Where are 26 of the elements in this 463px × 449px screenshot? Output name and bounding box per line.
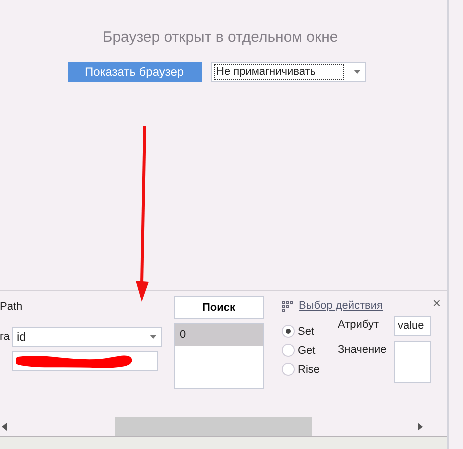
caret-icon bbox=[150, 335, 157, 340]
scroll-left-icon[interactable] bbox=[2, 422, 7, 431]
scroll-thumb[interactable] bbox=[115, 417, 312, 436]
caret-icon bbox=[354, 70, 361, 74]
attribute-select[interactable]: id bbox=[12, 327, 162, 348]
close-icon[interactable]: × bbox=[432, 295, 442, 312]
radio-button[interactable] bbox=[282, 325, 295, 338]
radio-button[interactable] bbox=[282, 344, 295, 358]
radio-label: Get bbox=[298, 344, 316, 357]
tag-label: га bbox=[0, 331, 11, 344]
action-link[interactable]: Выбор действия bbox=[299, 300, 383, 312]
list-item[interactable]: 0 bbox=[175, 324, 263, 346]
attribute-label: Атрибут bbox=[338, 318, 380, 334]
xpath-label: Path bbox=[0, 301, 24, 316]
radio-button[interactable] bbox=[282, 363, 295, 376]
radio-label: Rise bbox=[298, 364, 320, 376]
value-field[interactable] bbox=[394, 341, 431, 384]
search-button[interactable]: Поиск bbox=[174, 296, 264, 320]
input-field[interactable] bbox=[12, 351, 158, 372]
value-label: Значение bbox=[338, 343, 388, 358]
window-message: Браузер открыт в отдельном окне bbox=[102, 29, 338, 46]
radio-label: Set bbox=[298, 326, 315, 338]
dock-select[interactable]: Не примагничивать bbox=[210, 62, 366, 82]
grid-icon bbox=[282, 300, 293, 312]
scroll-right-icon[interactable] bbox=[418, 422, 423, 431]
attribute-field[interactable]: value bbox=[394, 316, 431, 336]
